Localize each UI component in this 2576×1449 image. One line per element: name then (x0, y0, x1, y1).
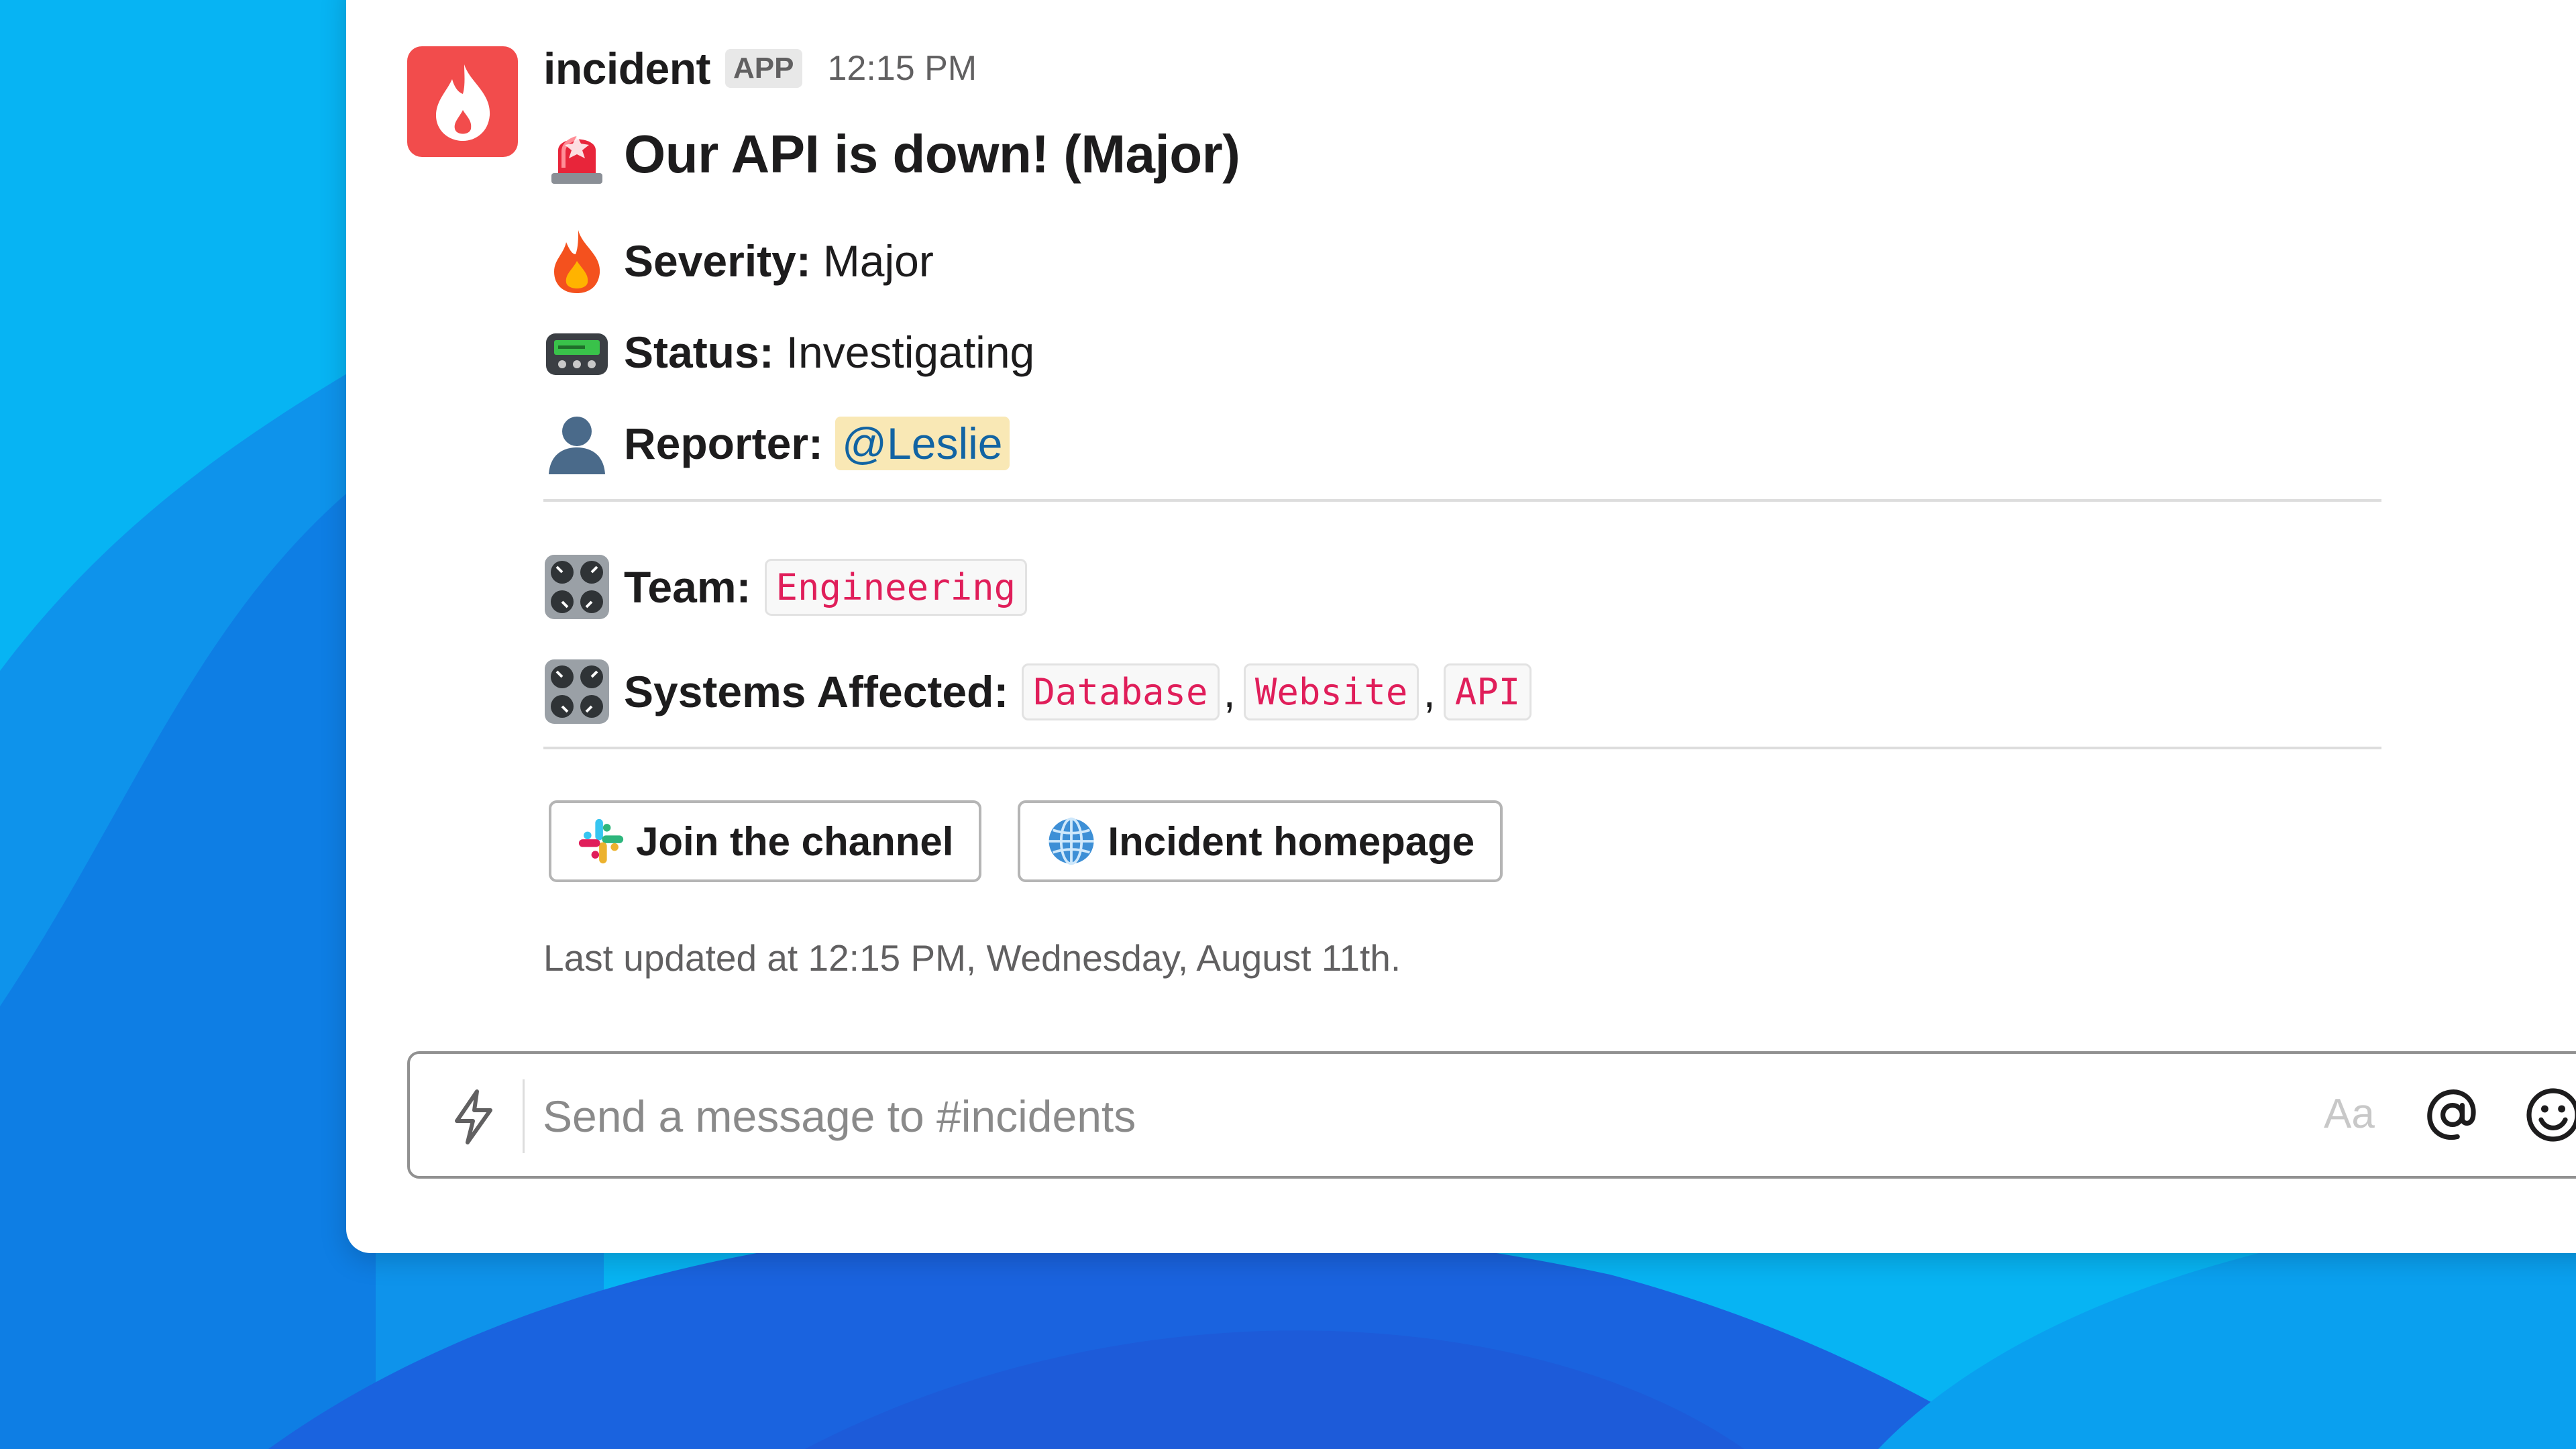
systems-affected-label: Systems Affected: (624, 667, 1009, 716)
emoji-icon[interactable] (2523, 1085, 2576, 1145)
pager-icon (546, 333, 608, 375)
section-divider-2 (543, 747, 2381, 749)
join-channel-button[interactable]: Join the channel (549, 800, 982, 882)
control-knobs-icon (545, 555, 609, 619)
list-separator: , (1423, 667, 1436, 716)
last-updated-text: Last updated at 12:15 PM, Wednesday, Aug… (543, 937, 1401, 979)
control-knobs-icon (545, 659, 609, 724)
reporter-row: Reporter: @Leslie (543, 407, 1010, 480)
app-badge: APP (725, 49, 802, 88)
at-icon[interactable] (2422, 1085, 2483, 1145)
system-tag-database: Database (1022, 663, 1220, 720)
systems-affected-row: Systems Affected: Database , Website , A… (543, 655, 1532, 729)
formatting-toggle[interactable]: Aa (2324, 1090, 2375, 1138)
system-tag-api: API (1443, 663, 1532, 720)
team-value-tag: Engineering (764, 558, 1028, 616)
rotating-light-icon (551, 136, 602, 184)
join-channel-label: Join the channel (636, 818, 954, 864)
system-tag-website: Website (1243, 663, 1419, 720)
status-row: Status: Investigating (543, 315, 1034, 389)
team-label: Team: (624, 562, 751, 612)
slack-logo-icon (578, 818, 624, 864)
incident-title: Our API is down! (Major) (624, 124, 1240, 184)
reporter-mention[interactable]: @Leslie (835, 417, 1010, 470)
severity-label: Severity: (624, 236, 811, 286)
section-divider-1 (543, 499, 2381, 502)
message-composer: Aa (407, 1051, 2576, 1179)
incident-title-row: Our API is down! (Major) (543, 117, 1240, 191)
severity-row: Severity: Major (543, 224, 934, 298)
incident-homepage-label: Incident homepage (1108, 818, 1475, 864)
globe-icon (1049, 817, 1094, 865)
team-row: Team: Engineering (543, 550, 1028, 624)
flame-logo-icon (435, 64, 490, 141)
incident-app-avatar[interactable] (407, 46, 518, 157)
severity-value: Major (822, 236, 934, 286)
message-input[interactable] (541, 1081, 2221, 1152)
status-value: Investigating (786, 327, 1035, 377)
status-label: Status: (624, 327, 774, 377)
message-timestamp[interactable]: 12:15 PM (828, 48, 977, 89)
incident-homepage-button[interactable]: Incident homepage (1018, 800, 1503, 882)
reporter-label: Reporter: (624, 419, 824, 468)
lightning-icon[interactable] (450, 1089, 497, 1145)
action-buttons: Join the channel Incident homepage (549, 800, 1539, 882)
person-silhouette-icon (549, 417, 605, 474)
composer-divider (523, 1079, 525, 1153)
sender-name[interactable]: incident (543, 43, 711, 94)
fire-icon (554, 230, 600, 293)
message-header: incident APP 12:15 PM (543, 42, 977, 95)
list-separator: , (1223, 667, 1236, 716)
